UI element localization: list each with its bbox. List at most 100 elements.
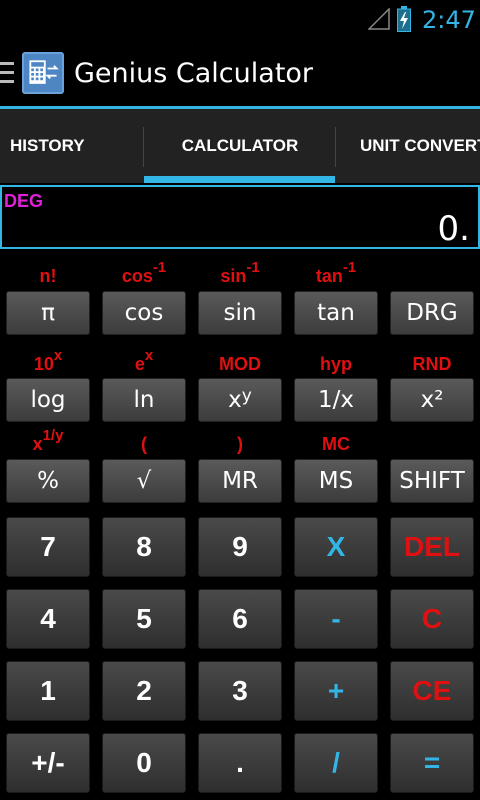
function-key-label: 1/x [318,387,354,413]
keypad-key[interactable]: +/- [6,733,90,793]
function-key[interactable]: xy [198,378,282,422]
secondary-label-text: ) [237,434,243,454]
secondary-label: ( [102,430,186,455]
secondary-label: tan-1 [294,259,378,287]
keypad-key[interactable]: 7 [6,517,90,577]
function-key-label: % [37,468,59,494]
function-key[interactable]: cos [102,291,186,335]
secondary-label: sin-1 [198,259,282,287]
function-key-label: MS [318,468,354,494]
display-value: 0. [437,209,470,249]
function-key[interactable]: ln [102,378,186,422]
secondary-label-superscript: -1 [342,259,357,276]
function-key-label: ln [133,387,155,413]
tab-history[interactable]: HISTORY [10,109,85,183]
function-key[interactable]: log [6,378,90,422]
function-key-label: tan [317,300,355,326]
secondary-label-text: RND [412,354,452,374]
function-key[interactable]: tan [294,291,378,335]
secondary-label-text: 10 [33,354,54,374]
tab-divider [335,127,336,167]
secondary-label: x1/y [6,427,90,455]
secondary-label: ) [198,430,282,455]
keypad-key[interactable]: 4 [6,589,90,649]
keypad-key[interactable]: X [294,517,378,577]
function-key[interactable]: 1/x [294,378,378,422]
keypad-key[interactable]: C [390,589,474,649]
keypad-key[interactable]: DEL [390,517,474,577]
secondary-label-text: x [32,434,43,454]
function-key-label: cos [124,300,164,326]
secondary-label: ex [102,347,186,375]
secondary-label-text: sin [220,266,247,286]
tab-divider [143,127,144,167]
battery-charging-icon [397,6,411,32]
secondary-label: hyp [294,350,378,375]
function-key-label: log [30,387,66,413]
keypad-key[interactable]: 9 [198,517,282,577]
clock: 2:47 [422,6,476,34]
function-key-label: SHIFT [399,468,465,494]
keypad-key[interactable]: 2 [102,661,186,721]
tab-unit-converter[interactable]: UNIT CONVERT [360,109,480,183]
secondary-label-text: cos [121,266,153,286]
function-key[interactable]: % [6,459,90,503]
function-key-label: x² [420,387,444,413]
secondary-label-text: MOD [219,354,261,374]
angle-mode-indicator: DEG [4,191,44,211]
tab-calculator[interactable]: CALCULATOR [146,109,334,183]
function-key[interactable]: √ [102,459,186,503]
secondary-label: 10x [6,347,90,375]
keypad-key[interactable]: 1 [6,661,90,721]
function-key-superscript: y [241,386,252,406]
secondary-label-text: e [134,354,145,374]
function-key-label: x [228,387,242,413]
keypad-key[interactable]: 6 [198,589,282,649]
secondary-label: RND [390,350,474,375]
keypad-key[interactable]: = [390,733,474,793]
action-bar: Genius Calculator [0,38,480,108]
keypad-key[interactable]: 8 [102,517,186,577]
function-key[interactable]: sin [198,291,282,335]
keypad-key[interactable]: . [198,733,282,793]
keypad-key[interactable]: / [294,733,378,793]
secondary-label-superscript: -1 [246,259,260,276]
signal-icon [368,8,390,30]
function-key[interactable]: DRG [390,291,474,335]
secondary-label-text: MC [322,434,350,454]
secondary-label: MC [294,430,378,455]
keypad-key[interactable]: 3 [198,661,282,721]
function-key[interactable]: SHIFT [390,459,474,503]
secondary-label-superscript: 1/y [42,427,64,444]
secondary-label-text: n! [39,266,57,286]
function-key[interactable]: MR [198,459,282,503]
function-key[interactable]: π [6,291,90,335]
secondary-label: cos-1 [102,259,186,287]
tab-bar: HISTORY CALCULATOR UNIT CONVERT [0,109,480,183]
secondary-label: MOD [198,350,282,375]
secondary-label-superscript: -1 [152,259,167,276]
function-key[interactable]: x² [390,378,474,422]
keypad-key[interactable]: - [294,589,378,649]
secondary-label: n! [6,262,90,287]
keypad-key[interactable]: CE [390,661,474,721]
status-bar: 2:47 [0,0,480,38]
calculator-display: DEG 0. [0,185,480,249]
secondary-label-text: tan [315,266,343,286]
secondary-label-text: ( [141,434,147,454]
secondary-label-text: hyp [319,354,352,374]
function-key-label: √ [136,468,152,494]
function-key-label: MR [222,468,258,494]
secondary-label-superscript: x [53,347,63,364]
function-key[interactable]: MS [294,459,378,503]
tab-indicator [144,176,335,183]
secondary-label-superscript: x [144,347,154,364]
keypad-key[interactable]: + [294,661,378,721]
hamburger-icon[interactable] [0,62,16,84]
keypad-key[interactable]: 5 [102,589,186,649]
function-key-label: π [41,300,55,326]
keypad-key[interactable]: 0 [102,733,186,793]
function-key-label: DRG [406,300,458,326]
app-title: Genius Calculator [74,58,314,89]
calculator-app-icon[interactable] [22,52,64,94]
